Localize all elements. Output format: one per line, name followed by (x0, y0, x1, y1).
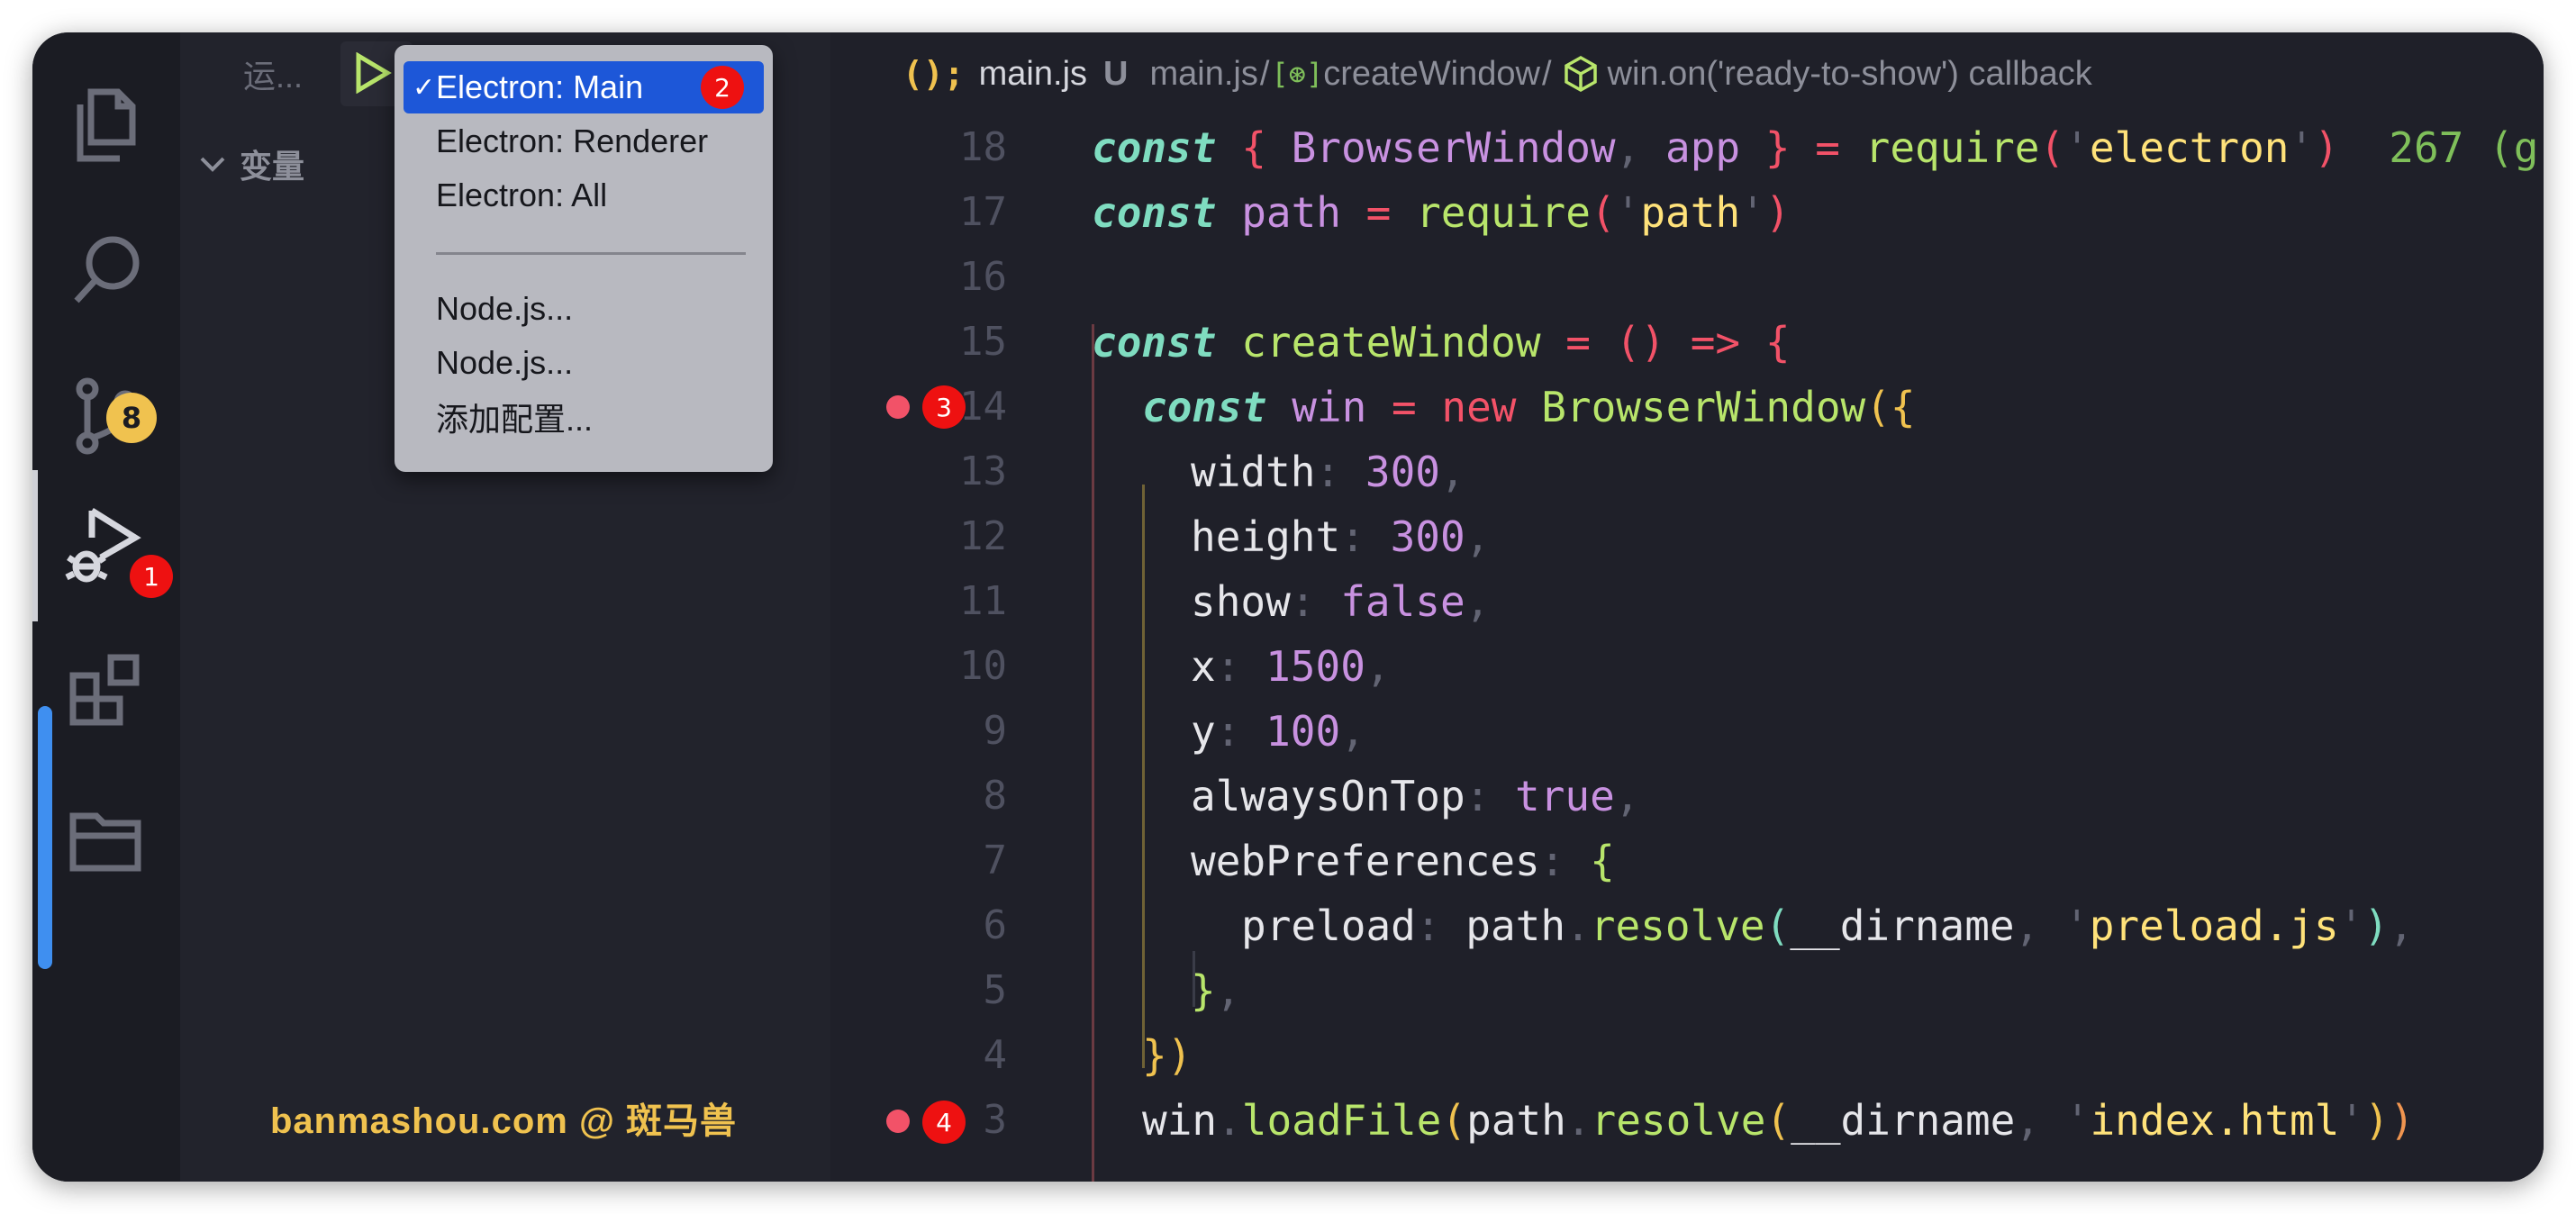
line-number: 5 (983, 967, 1008, 1013)
line-number: 15 (959, 319, 1007, 365)
dropdown-item-label: Node.js... (436, 344, 574, 381)
line-number: 11 (959, 578, 1007, 624)
start-debugging-play-icon[interactable] (351, 51, 393, 98)
source-control-badge: 8 (106, 393, 157, 443)
code-line: 13 width: 300, (830, 439, 2544, 504)
dropdown-item-label: Electron: Main (436, 68, 644, 105)
dropdown-item-nodejs[interactable]: Node.js... (404, 283, 764, 335)
vscode-window: 8 1 运... 变量 banmashou.com @ 斑马兽 ✓ Electr… (32, 32, 2544, 1182)
watermark-text: banmashou.com @ 斑马兽 (270, 1101, 738, 1141)
line-number: 17 (959, 189, 1007, 235)
breadcrumb: (); main.js U main.js / [⊛] createWindow… (830, 32, 2544, 115)
breadcrumb-sep: / (1259, 54, 1270, 93)
code-line: 4 3 win.loadFile(path.resolve(__dirname,… (830, 1088, 2544, 1153)
dropdown-item-electron-main[interactable]: ✓ Electron: Main 2 (404, 61, 764, 113)
search-icon[interactable] (32, 204, 180, 339)
code-line: 9 y: 100, (830, 699, 2544, 764)
code-line: 6 preload: path.resolve(__dirname, 'prel… (830, 893, 2544, 958)
breadcrumb-sep: / (1541, 54, 1552, 93)
explorer-files-icon[interactable] (32, 58, 180, 193)
activity-bar: 8 1 (32, 32, 180, 1182)
git-status-badge: U (1103, 54, 1129, 93)
line-number: 4 (983, 1032, 1008, 1078)
dropdown-item-electron-all[interactable]: Electron: All (404, 169, 764, 222)
breadcrumb-callback[interactable]: win.on('ready-to-show') callback (1608, 55, 2092, 94)
line-number: 18 (959, 124, 1007, 170)
code-line: 16 (830, 245, 2544, 310)
line-number: 16 (959, 254, 1007, 300)
variables-section-header[interactable]: 变量 (198, 140, 304, 187)
dropdown-item-label: 添加配置... (436, 401, 594, 438)
line-number: 10 (959, 643, 1007, 689)
code-line: 3 14 const win = new BrowserWindow({ (830, 375, 2544, 439)
editor: (); main.js U main.js / [⊛] createWindow… (830, 32, 2544, 1182)
cube-icon (1564, 55, 1597, 93)
line-number: 13 (959, 448, 1007, 494)
dropdown-separator (436, 252, 746, 255)
extensions-icon[interactable] (32, 623, 180, 758)
code-line: 17 const path = require('path') (830, 180, 2544, 245)
debug-config-dropdown: ✓ Electron: Main 2 Electron: Renderer El… (395, 45, 773, 472)
line-number: 8 (983, 773, 1008, 819)
code-line: 18 const { BrowserWindow, app } = requir… (830, 115, 2544, 180)
code-line: 5 }, (830, 958, 2544, 1023)
annotation-2-badge: 2 (701, 66, 744, 109)
variables-label: 变量 (240, 148, 305, 185)
git-blame-text: 267 (g (2389, 123, 2539, 172)
line-number: 7 (983, 838, 1008, 883)
dropdown-item-label: Node.js... (436, 290, 574, 327)
dropdown-item-add-config[interactable]: 添加配置... (404, 391, 764, 443)
function-icon: (); (903, 54, 965, 94)
breadcrumb-symbol[interactable]: createWindow (1323, 55, 1540, 94)
dropdown-item-electron-renderer[interactable]: Electron: Renderer (404, 115, 764, 168)
check-icon: ✓ (413, 71, 436, 104)
chevron-down-icon (200, 157, 225, 172)
code-line: 15 const createWindow = () => { (830, 310, 2544, 375)
folder-icon[interactable] (32, 773, 180, 908)
tab-main-js[interactable]: main.js (979, 55, 1087, 94)
line-number: 12 (959, 513, 1007, 559)
code-line: 7 webPreferences: { (830, 829, 2544, 893)
dropdown-item-label: Electron: Renderer (436, 122, 709, 159)
code-line: 11 show: false, (830, 569, 2544, 634)
sidebar-title: 运... (243, 58, 304, 95)
breadcrumb-file[interactable]: main.js (1149, 55, 1257, 94)
line-number: 6 (983, 902, 1008, 948)
code-line: 8 alwaysOnTop: true, (830, 764, 2544, 829)
code-area[interactable]: 18 const { BrowserWindow, app } = requir… (830, 115, 2544, 1182)
dropdown-item-label: Electron: All (436, 177, 608, 213)
dropdown-item-nodejs-2[interactable]: Node.js... (404, 337, 764, 389)
line-number: 3 (983, 1097, 1008, 1143)
code-line: 12 height: 300, (830, 504, 2544, 569)
line-number: 14 (959, 384, 1007, 430)
line-number: 9 (983, 708, 1008, 754)
symbol-icon: [⊛] (1271, 57, 1324, 91)
annotation-1-badge: 1 (130, 555, 173, 598)
code-line: 4 }) (830, 1023, 2544, 1088)
code-line: 10 x: 1500, (830, 634, 2544, 699)
